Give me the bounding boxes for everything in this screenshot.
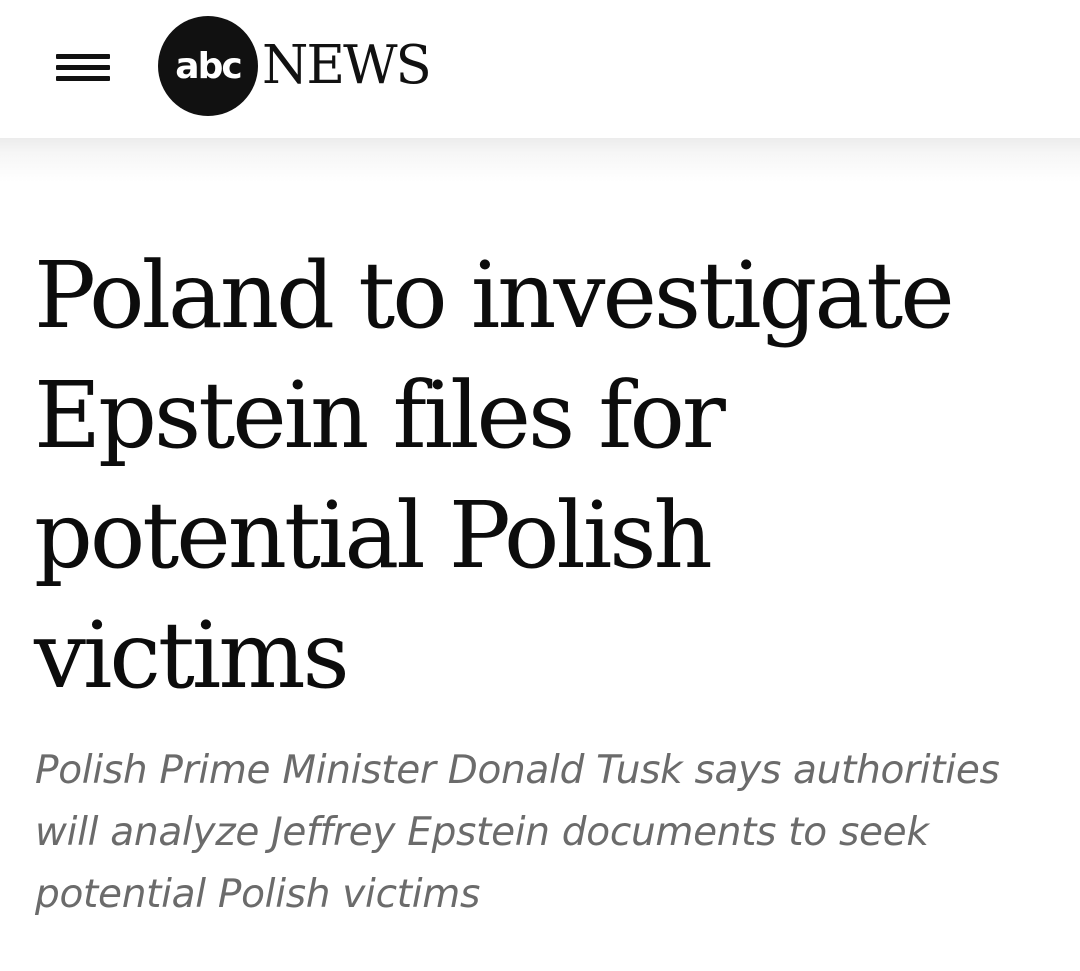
abc-news-logo[interactable]: abc NEWS bbox=[158, 16, 458, 116]
site-header: abc NEWS bbox=[0, 0, 1080, 138]
hamburger-menu-icon-bar bbox=[56, 76, 110, 81]
article-headline: Poland to investigate Epstein files for … bbox=[34, 242, 955, 709]
abc-logo-text: abc bbox=[175, 46, 240, 87]
abc-logo-badge: abc bbox=[158, 16, 258, 116]
article-subheadline: Polish Prime Minister Donald Tusk says a… bbox=[35, 748, 1000, 917]
hamburger-menu-icon-bar bbox=[56, 65, 110, 70]
hamburger-menu-icon bbox=[56, 54, 110, 59]
header-shadow bbox=[0, 138, 1080, 182]
logo-wordmark: NEWS bbox=[262, 35, 432, 96]
hamburger-menu-button[interactable] bbox=[52, 46, 114, 88]
